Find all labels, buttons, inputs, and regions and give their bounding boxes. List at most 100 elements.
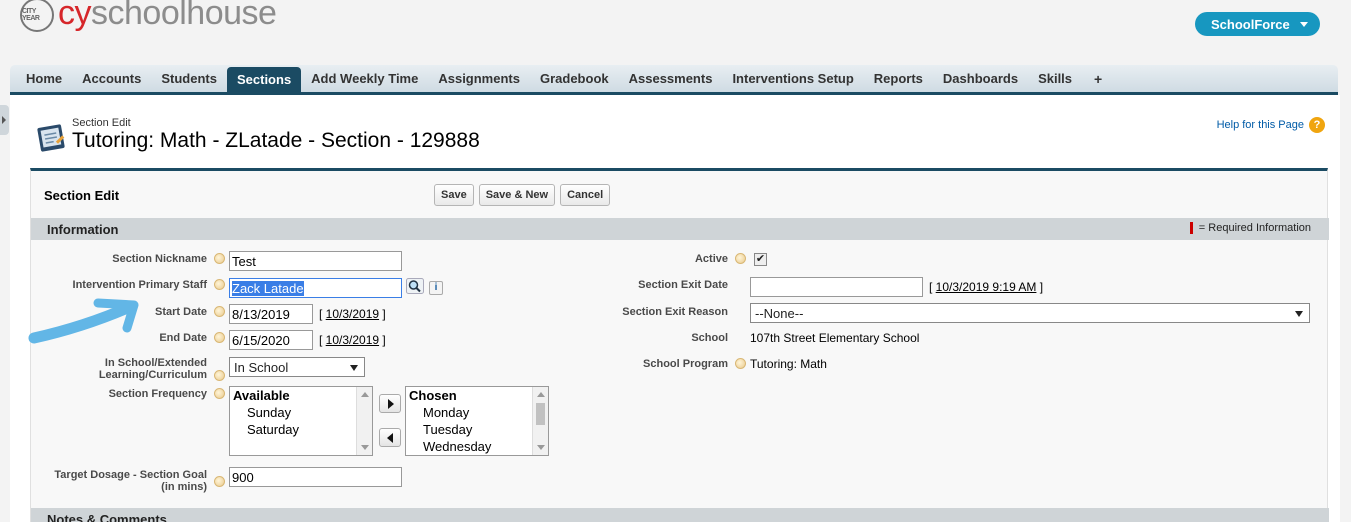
add-tab-plus-icon[interactable]: + xyxy=(1082,65,1114,92)
app-switcher-button[interactable]: SchoolForce xyxy=(1195,12,1320,36)
tab-gradebook[interactable]: Gradebook xyxy=(530,65,619,92)
arrow-left-icon xyxy=(387,433,393,443)
required-legend: = Required Information xyxy=(1189,222,1311,234)
section-exit-date-label: Section Exit Date xyxy=(638,279,728,291)
section-title: Information xyxy=(47,221,119,237)
list-item[interactable]: Wednesday xyxy=(406,438,548,455)
list-item[interactable]: Tuesday xyxy=(406,421,548,438)
exit-date-now-link[interactable]: [ 10/3/2019 9:19 AM ] xyxy=(929,280,1043,294)
save-and-new-button[interactable]: Save & New xyxy=(478,184,556,206)
tab-home[interactable]: Home xyxy=(16,65,72,92)
lookup-search-icon[interactable] xyxy=(406,278,424,294)
chosen-header: Chosen xyxy=(409,388,457,403)
end-date-today-link[interactable]: [ 10/3/2019 ] xyxy=(319,333,386,347)
tab-accounts[interactable]: Accounts xyxy=(72,65,151,92)
section-nickname-input[interactable]: Test xyxy=(229,251,402,271)
section-frequency-label: Section Frequency xyxy=(108,388,207,400)
frequency-available-list[interactable]: Available Sunday Saturday xyxy=(229,386,373,456)
scrollbar[interactable] xyxy=(532,387,548,455)
scroll-down-icon[interactable] xyxy=(361,445,369,450)
target-dosage-input[interactable]: 900 xyxy=(229,467,402,487)
school-program-label: School Program xyxy=(643,358,728,370)
list-item[interactable]: Monday xyxy=(406,404,548,421)
frequency-chosen-list[interactable]: Chosen Monday Tuesday Wednesday xyxy=(405,386,549,456)
help-link[interactable]: Help for this Page ? xyxy=(1217,117,1325,133)
remove-from-chosen-button[interactable] xyxy=(379,428,401,447)
dropdown-arrow-icon xyxy=(1295,311,1303,317)
cancel-button[interactable]: Cancel xyxy=(560,184,611,206)
page-block-header: Section Edit Save Save & New Cancel xyxy=(31,171,1327,218)
tab-add-weekly-time[interactable]: Add Weekly Time xyxy=(301,65,428,92)
section-exit-reason-select[interactable]: --None-- xyxy=(750,303,1310,323)
help-bubble-icon[interactable] xyxy=(735,358,746,369)
primary-staff-input[interactable]: Zack Latade xyxy=(229,278,402,298)
start-date-label: Start Date xyxy=(155,306,207,318)
page-subtitle: Section Edit xyxy=(72,117,131,129)
help-bubble-icon[interactable] xyxy=(214,370,225,381)
add-to-chosen-button[interactable] xyxy=(379,394,401,413)
tab-students[interactable]: Students xyxy=(151,65,227,92)
tab-dashboards[interactable]: Dashboards xyxy=(933,65,1028,92)
app-switcher-label: SchoolForce xyxy=(1211,16,1290,32)
page-block-title: Section Edit xyxy=(44,188,120,203)
school-value: 107th Street Elementary School xyxy=(750,331,920,345)
help-question-icon: ? xyxy=(1309,117,1325,133)
tab-sections[interactable]: Sections xyxy=(226,67,302,92)
start-date-today-link[interactable]: [ 10/3/2019 ] xyxy=(319,307,386,321)
target-dosage-label: Target Dosage - Section Goal (in mins) xyxy=(54,469,207,493)
tab-skills[interactable]: Skills xyxy=(1028,65,1082,92)
city-year-seal-icon: CITY YEAR xyxy=(20,0,54,32)
scrollbar[interactable] xyxy=(356,387,372,455)
section-exit-reason-label: Section Exit Reason xyxy=(622,306,728,318)
edit-page-block: Section Edit Save Save & New Cancel Info… xyxy=(30,168,1329,522)
available-header: Available xyxy=(233,388,290,403)
help-bubble-icon[interactable] xyxy=(214,306,225,317)
primary-staff-label: Intervention Primary Staff xyxy=(72,279,207,291)
help-bubble-icon[interactable] xyxy=(214,476,225,487)
location-label: In School/Extended Learning/Curriculum xyxy=(98,357,207,381)
arrow-right-icon xyxy=(388,399,394,409)
brand-wordmark: cyschoolhouse xyxy=(58,0,277,32)
page-title: Tutoring: Math - ZLatade - Section - 129… xyxy=(72,129,480,152)
information-section-header: Information = Required Information xyxy=(31,218,1329,240)
tab-interventions-setup[interactable]: Interventions Setup xyxy=(722,65,863,92)
school-label: School xyxy=(691,332,728,344)
active-label: Active xyxy=(694,253,728,265)
tab-bar: Home Accounts Students Sections Add Weekly T… xyxy=(10,65,1338,95)
button-row: Save Save & New Cancel xyxy=(434,184,611,206)
scroll-up-icon[interactable] xyxy=(537,392,545,397)
school-program-value: Tutoring: Math xyxy=(750,357,827,371)
required-marker-icon xyxy=(1189,222,1193,234)
help-bubble-icon[interactable] xyxy=(735,253,746,264)
app-logo[interactable]: CITY YEAR cyschoolhouse xyxy=(20,0,277,36)
save-button[interactable]: Save xyxy=(434,184,474,206)
section-title: Notes & Comments xyxy=(47,511,167,522)
tab-reports[interactable]: Reports xyxy=(864,65,933,92)
tab-assessments[interactable]: Assessments xyxy=(619,65,723,92)
help-bubble-icon[interactable] xyxy=(214,332,225,343)
tab-assignments[interactable]: Assignments xyxy=(428,65,530,92)
start-date-input[interactable]: 8/13/2019 xyxy=(229,304,313,324)
section-nickname-label: Section Nickname xyxy=(112,253,207,265)
active-checkbox[interactable]: ✔ xyxy=(754,253,767,266)
section-exit-date-input[interactable] xyxy=(750,277,923,297)
list-item[interactable]: Saturday xyxy=(230,421,372,438)
scroll-up-icon[interactable] xyxy=(361,392,369,397)
scroll-down-icon[interactable] xyxy=(537,445,545,450)
notes-section-header: Notes & Comments xyxy=(31,508,1329,522)
scroll-thumb[interactable] xyxy=(536,403,545,425)
help-bubble-icon[interactable] xyxy=(214,253,225,264)
sidebar-toggle-handle[interactable] xyxy=(0,105,9,135)
list-item[interactable]: Sunday xyxy=(230,404,372,421)
help-bubble-icon[interactable] xyxy=(214,279,225,290)
section-clipboard-icon xyxy=(37,124,65,152)
page-header: Section Edit Tutoring: Math - ZLatade - … xyxy=(36,117,480,153)
info-icon[interactable]: i xyxy=(429,281,443,295)
chevron-down-icon xyxy=(1300,22,1308,27)
help-link-label: Help for this Page xyxy=(1216,119,1304,131)
end-date-label: End Date xyxy=(159,332,207,344)
main-content: Section Edit Tutoring: Math - ZLatade - … xyxy=(10,95,1340,522)
end-date-input[interactable]: 6/15/2020 xyxy=(229,330,313,350)
help-bubble-icon[interactable] xyxy=(214,388,225,399)
location-select[interactable]: In School xyxy=(229,357,365,377)
